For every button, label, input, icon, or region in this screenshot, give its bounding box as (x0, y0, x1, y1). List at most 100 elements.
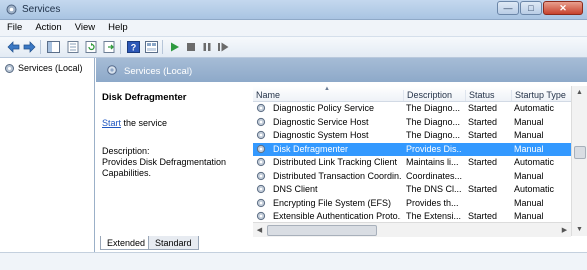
service-gear-icon (256, 103, 266, 113)
table-row[interactable]: Diagnostic Service Host The Diagno... Star… (253, 116, 571, 129)
cell-description: The DNS Cl... (406, 184, 462, 194)
cell-name: Distributed Link Tracking Client (273, 157, 398, 167)
service-gear-icon (256, 157, 266, 167)
services-gear-icon (107, 65, 117, 75)
view-tabs: Extended Standard (96, 236, 587, 250)
start-service-icon[interactable] (168, 40, 182, 54)
services-gear-icon (6, 4, 17, 15)
window-title: Services (22, 4, 61, 15)
tree-item-services-local[interactable]: Services (Local) (4, 62, 83, 74)
properties-sheet-icon[interactable] (66, 40, 80, 54)
cell-name: Extensible Authentication Proto... (273, 211, 401, 221)
menu-bar: File Action View Help (0, 20, 587, 37)
cell-description: The Diagno... (406, 130, 461, 140)
start-link-suffix: the service (121, 118, 168, 128)
minimize-button[interactable]: — (497, 1, 519, 15)
cell-description: The Extensi... (406, 211, 462, 221)
horizontal-scrollbar[interactable]: ◀ ▶ (253, 222, 571, 237)
table-row[interactable]: Diagnostic System Host The Diagno... Start… (253, 129, 571, 142)
table-row[interactable]: Diagnostic Policy Service The Diagno... St… (253, 102, 571, 115)
start-service-link[interactable]: Start (102, 118, 121, 128)
cell-startup: Automatic (514, 184, 555, 194)
service-gear-icon (256, 144, 266, 153)
cell-startup: Manual (514, 211, 544, 221)
table-row[interactable]: DNS Client The DNS Cl... Started Automatic (253, 183, 571, 196)
tab-extended[interactable]: Extended (100, 236, 153, 250)
vertical-scroll-thumb[interactable] (574, 146, 586, 159)
scroll-right-icon[interactable]: ▶ (558, 223, 571, 237)
help-icon[interactable]: ? (126, 40, 140, 54)
cell-name: DNS Client (273, 184, 318, 194)
menu-view[interactable]: View (68, 20, 101, 33)
forward-icon[interactable] (22, 40, 36, 54)
cell-name: Disk Defragmenter (273, 143, 349, 154)
cell-name: Diagnostic Policy Service (273, 103, 375, 113)
close-button[interactable]: ✕ (543, 1, 583, 15)
cell-name: Diagnostic System Host (273, 130, 369, 140)
cell-startup: Automatic (514, 157, 555, 167)
pane-header: Services (Local) (96, 58, 587, 82)
svg-text:?: ? (130, 43, 136, 53)
cell-startup: Manual (514, 130, 544, 140)
menu-file[interactable]: File (0, 20, 28, 33)
cell-startup: Manual (514, 116, 544, 127)
cell-startup: Automatic (514, 103, 555, 113)
vertical-scrollbar[interactable]: ▲ ▼ (571, 86, 587, 236)
back-icon[interactable] (6, 40, 20, 54)
scroll-up-icon[interactable]: ▲ (572, 86, 587, 99)
services-gear-icon (5, 63, 14, 73)
cell-description: Maintains li... (406, 157, 459, 167)
cell-description: Coordinates... (406, 170, 462, 181)
pane-header-label: Services (Local) (124, 66, 193, 77)
show-console-tree-icon[interactable] (46, 40, 60, 54)
cell-name: Encrypting File System (EFS) (273, 197, 392, 208)
service-gear-icon (256, 198, 266, 207)
description-label: Description: (102, 146, 150, 156)
column-header-description[interactable]: Description (403, 90, 465, 101)
cell-startup: Manual (514, 197, 544, 208)
cell-name: Diagnostic Service Host (273, 116, 369, 127)
column-header-name[interactable]: Name (253, 90, 403, 101)
export-list-icon[interactable] (102, 40, 116, 54)
maximize-button[interactable]: □ (520, 1, 542, 15)
description-text: Provides Disk Defragmentation Capabiliti… (102, 157, 227, 178)
cell-startup: Manual (514, 170, 544, 181)
cell-description: Provides th... (406, 197, 459, 208)
cell-description: The Diagno... (406, 116, 461, 127)
refresh-icon[interactable] (84, 40, 98, 54)
menu-action[interactable]: Action (28, 20, 67, 33)
pause-service-icon[interactable] (200, 40, 214, 54)
table-row[interactable]: Disk Defragmenter Provides Dis... Manual (253, 142, 571, 156)
view-icon[interactable] (144, 40, 158, 54)
table-row[interactable]: Distributed Transaction Coordin... Coordi… (253, 170, 571, 183)
menu-help[interactable]: Help (101, 20, 134, 33)
service-gear-icon (256, 184, 266, 194)
cell-name: Distributed Transaction Coordin... (273, 170, 401, 181)
table-row[interactable]: Distributed Link Tracking Client Maintain… (253, 156, 571, 169)
stop-service-icon[interactable] (184, 40, 198, 54)
service-description-panel: Disk Defragmenter Start the service Desc… (102, 92, 252, 179)
service-gear-icon (256, 211, 266, 221)
scroll-down-icon[interactable]: ▼ (572, 223, 587, 236)
column-header-status[interactable]: Status (465, 90, 511, 101)
toolbar: ? (0, 37, 587, 58)
status-bar (0, 252, 587, 270)
column-header-startup-type[interactable]: Startup Type (511, 90, 571, 101)
tab-standard[interactable]: Standard (148, 236, 199, 250)
services-list: ▲ Name Description Status Startup Type D… (253, 86, 571, 236)
selected-service-name: Disk Defragmenter (102, 92, 187, 103)
service-gear-icon (256, 117, 266, 126)
service-gear-icon (256, 130, 266, 140)
cell-description: Provides Dis... (406, 143, 462, 154)
column-header-row: ▲ Name Description Status Startup Type (253, 86, 571, 102)
tree-item-label: Services (Local) (18, 63, 83, 73)
console-tree: Services (Local) (0, 58, 95, 269)
table-row[interactable]: Encrypting File System (EFS) Provides th.… (253, 197, 571, 210)
title-bar: Services — □ ✕ (0, 0, 587, 20)
cell-startup: Manual (514, 143, 544, 154)
cell-description: The Diagno... (406, 103, 461, 113)
horizontal-scroll-thumb[interactable] (267, 225, 377, 236)
scroll-left-icon[interactable]: ◀ (253, 223, 266, 237)
service-gear-icon (256, 171, 266, 180)
restart-service-icon[interactable] (216, 40, 230, 54)
